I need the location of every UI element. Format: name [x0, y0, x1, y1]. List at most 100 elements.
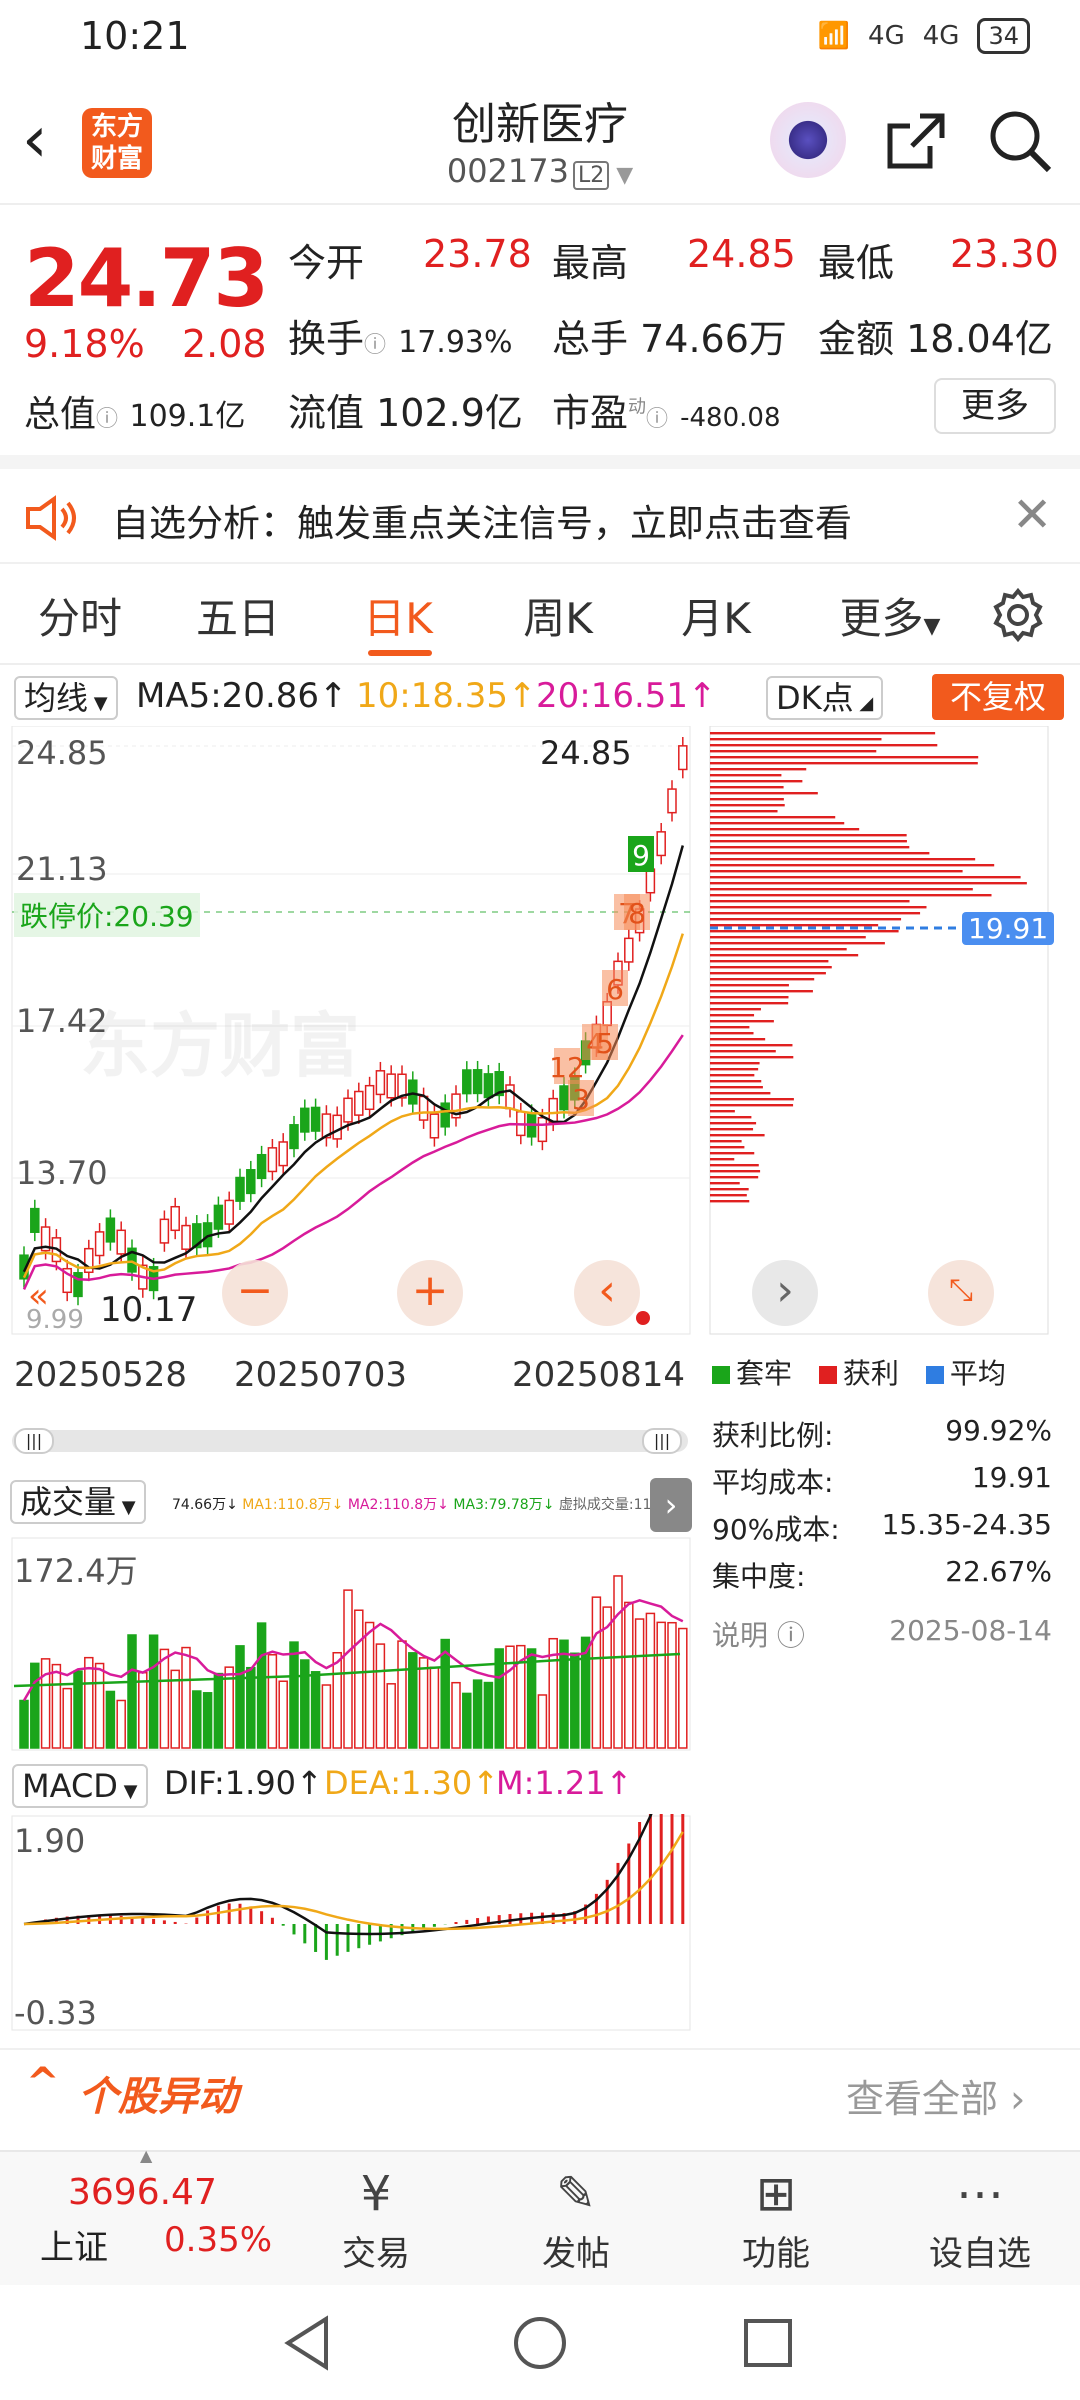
chip-bar [710, 1158, 735, 1161]
turnover-label: 换手 [288, 317, 365, 361]
chip-bar [710, 792, 818, 795]
trade-icon: ¥ [360, 2166, 392, 2222]
candle-body [94, 1231, 105, 1257]
rewind-icon[interactable]: « [28, 1276, 49, 1316]
info-icon[interactable]: ⓘ [646, 407, 668, 432]
system-nav [0, 2285, 1080, 2400]
candle-body [418, 1095, 429, 1121]
volume-bar [559, 1639, 569, 1749]
chip-bar [710, 750, 877, 753]
candle-body [213, 1204, 224, 1230]
range-scrollbar[interactable] [12, 1430, 688, 1452]
search-icon[interactable] [985, 106, 1055, 176]
float-cap-value: 102.9亿 [376, 391, 523, 435]
macd-frame [11, 1815, 691, 2031]
note-link[interactable]: 说明 [712, 1619, 768, 1652]
close-icon[interactable]: ✕ [1012, 487, 1052, 543]
x-tick-1: 20250528 [14, 1355, 188, 1395]
nav-features[interactable]: ⊞ 功能 [696, 2162, 856, 2275]
range-handle-right[interactable]: ||| [642, 1428, 682, 1454]
candle-body [343, 1097, 353, 1123]
chip-bar [710, 1074, 755, 1077]
info-icon[interactable]: ⓘ [777, 1619, 805, 1652]
profit-legend-chip [818, 1366, 837, 1384]
chip-bar [710, 1176, 759, 1179]
tab-intraday[interactable]: 分时 [20, 585, 140, 646]
amount-label: 金额 [818, 317, 895, 361]
nav-trade[interactable]: ¥ 交易 [296, 2162, 456, 2275]
ma20-value: 20:16.51↑ [536, 676, 717, 716]
chevron-up-icon[interactable]: ^ [26, 2060, 60, 2106]
share-icon[interactable] [880, 106, 950, 176]
high-label: 最高 [552, 241, 629, 285]
chip-bar [710, 942, 885, 945]
tab-more[interactable]: 更多 [840, 594, 924, 643]
volume-bar [364, 1621, 375, 1749]
gear-icon[interactable] [990, 587, 1046, 643]
ma-select[interactable]: 均线 [24, 679, 88, 717]
candle-body [73, 1272, 83, 1298]
view-all-link[interactable]: 查看全部 [846, 2077, 998, 2121]
chevron-right-icon[interactable]: › [752, 1260, 818, 1326]
chip-bar [710, 1200, 750, 1203]
chip-bar [710, 786, 784, 789]
zoom-out-button[interactable]: − [222, 1260, 288, 1326]
zoom-in-button[interactable]: + [397, 1260, 463, 1326]
volume-bar [343, 1589, 353, 1749]
nav-add-watchlist[interactable]: ⋯ 设自选 [900, 2162, 1060, 2275]
signal-marker: 9 [632, 839, 650, 872]
low-label: 最低 [818, 241, 895, 285]
volume-indicator-select[interactable]: 成交量 [20, 1483, 116, 1521]
tab-5day[interactable]: 五日 [178, 585, 298, 646]
macd-dif: DIF:1.90↑ [164, 1764, 323, 1802]
volume-bar [94, 1662, 105, 1749]
y-tick-2: 21.13 [16, 850, 108, 888]
chevron-right-icon[interactable]: › [650, 1478, 692, 1532]
tab-daily-k[interactable]: 日K [338, 585, 458, 646]
speaker-icon [26, 495, 76, 541]
tab-weekly-k[interactable]: 周K [498, 585, 618, 646]
banner-text: 自选分析：触发重点关注信号，立即点击查看 [112, 502, 852, 545]
expand-icon[interactable]: ⤡ [928, 1260, 994, 1326]
chevron-left-icon[interactable]: ‹ [574, 1260, 640, 1326]
chip-bar [710, 1110, 735, 1113]
signal-marker: 3 [572, 1083, 590, 1116]
y-tick-1: 24.85 [16, 734, 108, 772]
battery-icon: 34 [977, 18, 1030, 54]
volume-bar [408, 1652, 418, 1749]
recents-square-icon[interactable] [742, 2317, 794, 2369]
macd-select[interactable]: MACD [22, 1767, 118, 1805]
volume-bar [235, 1645, 245, 1749]
volume-bar [267, 1654, 278, 1749]
home-circle-icon[interactable] [512, 2315, 568, 2371]
assistant-avatar-icon[interactable] [770, 102, 846, 178]
tab-monthly-k[interactable]: 月K [656, 585, 776, 646]
nav-post[interactable]: ✎ 发帖 [496, 2162, 656, 2275]
index-widget[interactable]: ▲ 3696.47 上证 0.35% [20, 2138, 272, 2287]
vol-ma3: MA3:79.78万↓ [453, 1497, 555, 1513]
volume-bar [591, 1596, 602, 1749]
chip-bar [710, 1002, 789, 1005]
volume-bar [138, 1671, 148, 1749]
back-triangle-icon[interactable] [282, 2315, 332, 2371]
info-icon[interactable]: ⓘ [96, 407, 118, 432]
stat-label: 集中度: [712, 1560, 806, 1593]
vol-ma1: MA1:110.8万↓ [242, 1497, 344, 1513]
volume-bar [678, 1627, 688, 1749]
analysis-banner[interactable]: 自选分析：触发重点关注信号，立即点击查看 ✕ [0, 469, 1080, 564]
info-icon[interactable]: ⓘ [364, 333, 386, 358]
candle-body [256, 1153, 267, 1180]
range-handle-left[interactable]: ||| [14, 1428, 54, 1454]
average-legend-chip [925, 1366, 944, 1384]
vol-ma2: MA2:110.8万↓ [347, 1497, 449, 1513]
volume-label: 总手 [552, 317, 629, 361]
level2-badge[interactable]: L2 [572, 161, 610, 190]
active-tab-indicator [368, 650, 432, 656]
adjust-mode-button[interactable]: 不复权 [932, 674, 1064, 720]
volume-bar [332, 1651, 342, 1749]
chip-bar [710, 846, 910, 849]
chevron-down-icon[interactable]: ▼ [609, 163, 633, 188]
more-quote-button[interactable]: 更多 [934, 378, 1056, 434]
volume-bar [170, 1669, 180, 1749]
dk-point-select[interactable]: DK点 [776, 679, 854, 717]
